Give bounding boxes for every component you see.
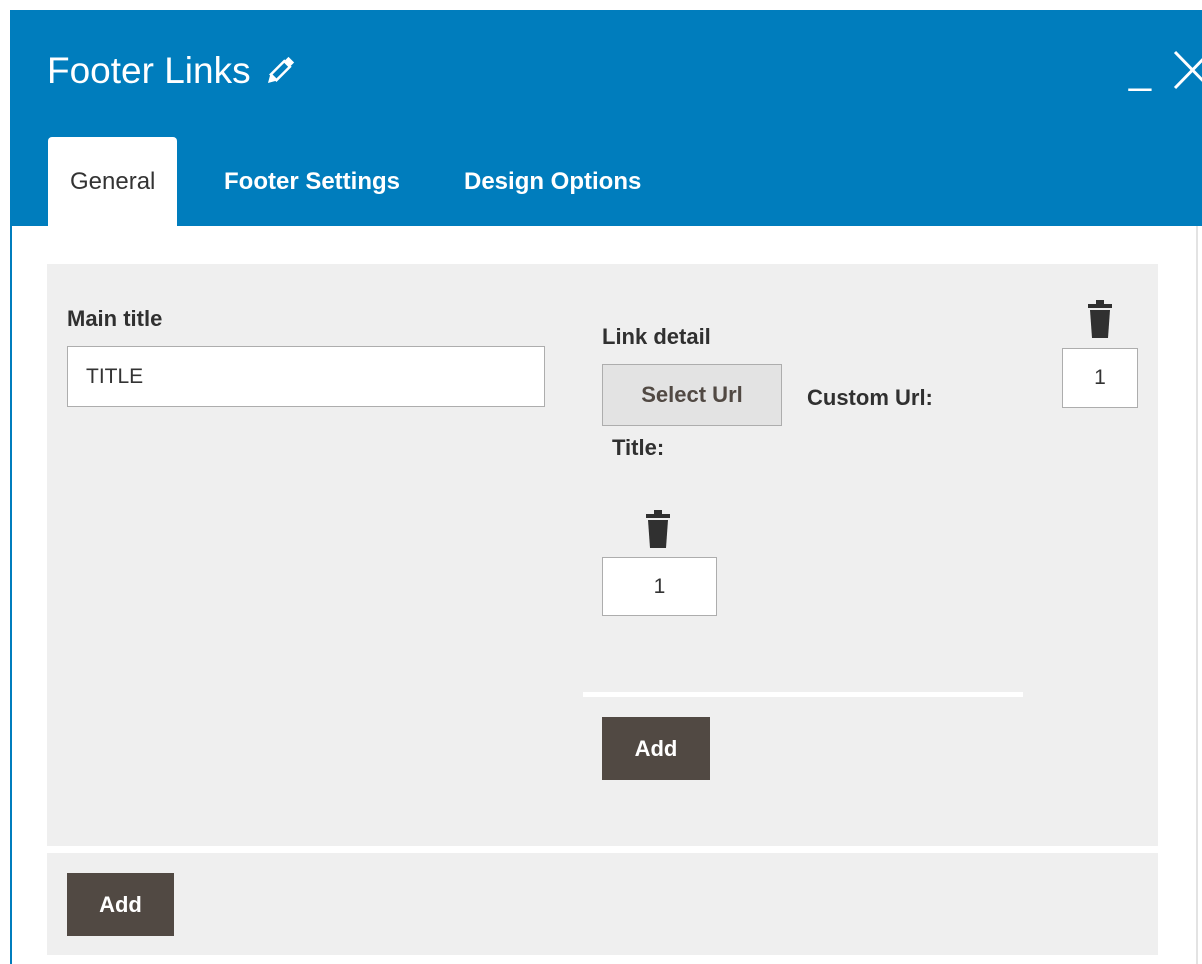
link-order-input[interactable]: 1 bbox=[602, 557, 717, 616]
divider bbox=[583, 692, 1023, 697]
tab-design-options[interactable]: Design Options bbox=[442, 137, 663, 226]
main-title-input[interactable]: TITLE bbox=[67, 346, 545, 407]
close-icon[interactable] bbox=[1172, 48, 1202, 92]
add-group-button[interactable]: Add bbox=[67, 873, 174, 936]
content-left-border bbox=[10, 226, 12, 964]
group-order-input[interactable]: 1 bbox=[1062, 348, 1138, 408]
tab-general[interactable]: General bbox=[48, 137, 178, 226]
link-title-label: Title: bbox=[612, 435, 665, 460]
modal-title: Footer Links bbox=[47, 46, 299, 96]
custom-url-label: Custom Url: bbox=[807, 385, 933, 410]
add-link-button[interactable]: Add bbox=[602, 717, 710, 780]
modal-title-text: Footer Links bbox=[47, 50, 251, 91]
trash-icon[interactable] bbox=[645, 510, 671, 548]
minimize-button[interactable]: _ bbox=[1122, 50, 1158, 98]
tab-footer-settings[interactable]: Footer Settings bbox=[202, 137, 422, 226]
trash-icon[interactable] bbox=[1087, 300, 1113, 338]
top-strip bbox=[0, 0, 1202, 10]
select-url-button[interactable]: Select Url bbox=[602, 364, 782, 426]
add-group-panel bbox=[47, 853, 1158, 955]
content-right-border bbox=[1196, 226, 1198, 964]
link-detail-label: Link detail bbox=[602, 324, 711, 349]
pencil-icon[interactable] bbox=[261, 52, 299, 90]
main-title-label: Main title bbox=[67, 306, 163, 331]
